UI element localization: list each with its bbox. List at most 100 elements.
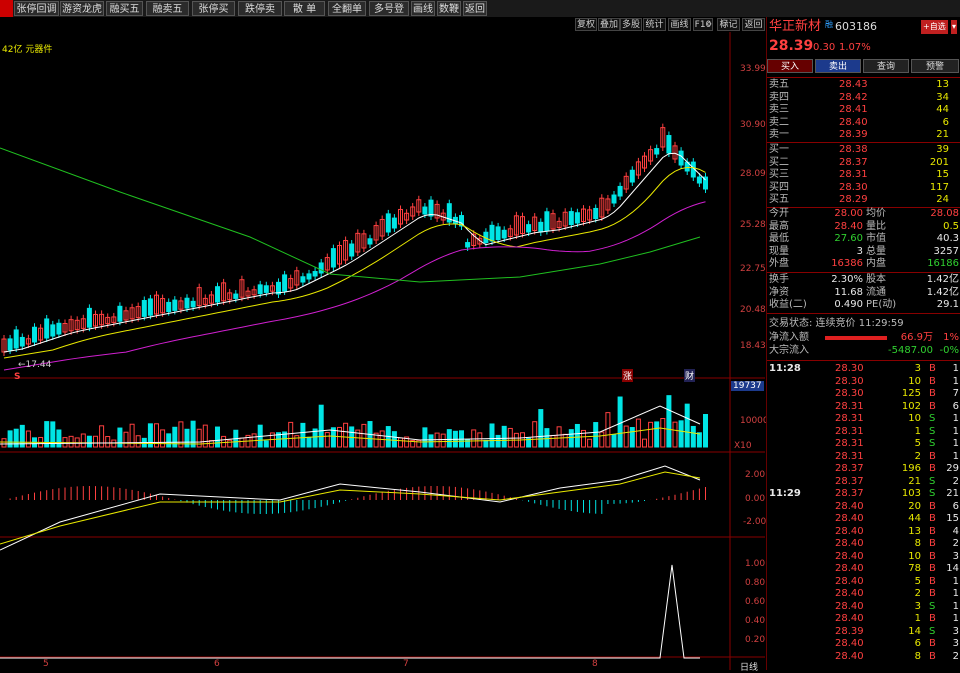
chart-tool-button[interactable]: 复权 — [575, 18, 597, 31]
stock-name: 华正新材 — [769, 19, 822, 34]
volume-bar — [593, 422, 599, 448]
chart-tool-button[interactable]: 叠加 — [598, 18, 620, 31]
volume-bar — [135, 435, 141, 448]
tick-dir: B — [929, 450, 936, 462]
stat-value: 28.08 — [930, 208, 959, 219]
tick-price: 28.40 — [835, 575, 864, 587]
price-tick: 18.43 — [740, 341, 766, 351]
settings-icon[interactable]: ⋄ — [706, 19, 712, 30]
indicator-line — [0, 564, 700, 659]
bid-vol: 117 — [929, 181, 949, 193]
volume-bar — [324, 432, 330, 448]
bid-row[interactable]: 买四 28.30 117 — [769, 182, 959, 194]
tick-dir: S — [929, 488, 936, 499]
candle-body — [495, 226, 501, 241]
chart-tool-button[interactable]: 多股 — [620, 18, 642, 31]
ask-row[interactable]: 卖五 28.43 13 — [769, 79, 959, 91]
tick-dir: B — [929, 500, 936, 512]
ask-row[interactable]: 卖一 28.39 21 — [769, 129, 959, 141]
stat-value: 28.00 — [834, 208, 863, 219]
volume-bar — [294, 435, 300, 448]
stat-key: 现量 — [769, 245, 789, 257]
chart-tool-button[interactable]: 画线 — [668, 18, 691, 31]
volume-bar — [80, 433, 86, 448]
toolbar-button[interactable]: 散 单 — [284, 1, 325, 16]
kline-chart[interactable]: 42亿 元器件 33.99 30.90 28.09 25.28 22.75 20… — [0, 32, 769, 673]
date-tick: 5 — [43, 659, 49, 669]
toolbar-button[interactable]: 融买五 — [106, 1, 143, 16]
tick-row: 28.31 2 B 1 — [769, 451, 959, 463]
volume-bar — [422, 427, 428, 448]
tick-count: 1 — [952, 600, 959, 612]
volume-bar — [93, 435, 98, 448]
toolbar-button[interactable]: 画线 — [411, 1, 435, 16]
bid-row[interactable]: 买三 28.31 15 — [769, 169, 959, 181]
toolbar-button[interactable]: 全翻单 — [328, 1, 366, 16]
buy-button[interactable]: 买入 — [767, 59, 813, 73]
candle-body — [318, 262, 324, 274]
ask-vol: 13 — [936, 79, 949, 90]
volume-bar — [574, 423, 580, 448]
candle-body — [574, 212, 580, 224]
tick-dir: B — [929, 525, 936, 537]
ask-row[interactable]: 卖三 28.41 44 — [769, 104, 959, 116]
ask-row[interactable]: 卖二 28.40 6 — [769, 117, 959, 129]
volume-bar — [538, 409, 544, 448]
tick-vol: 13 — [908, 525, 921, 537]
candle-body — [44, 318, 50, 339]
candle-body — [147, 298, 153, 316]
chevron-down-icon[interactable]: ▾ — [951, 20, 958, 34]
volume-bar — [440, 433, 446, 448]
candle-body — [300, 276, 306, 283]
tick-row: 28.31 5 S 1 — [769, 438, 959, 450]
candle-body — [391, 217, 397, 229]
stat-key: 量比 — [866, 220, 886, 232]
tick-price: 28.39 — [835, 625, 864, 637]
net-inflow-value: 66.9万 — [900, 332, 933, 343]
toolbar-button[interactable]: 多号登录 — [369, 1, 409, 30]
sell-button[interactable]: 卖出 — [815, 59, 861, 73]
macd-dea-line — [0, 471, 701, 545]
stat-key: 股本 — [866, 274, 886, 285]
candle-body — [166, 301, 172, 313]
kline-svg[interactable] — [0, 32, 765, 670]
tick-count: 3 — [952, 625, 959, 637]
toolbar-button[interactable]: 数鞭 — [437, 1, 461, 16]
period-label[interactable]: 日线 — [740, 660, 758, 673]
candle-body — [611, 194, 617, 204]
tick-count: 2 — [952, 475, 959, 487]
chart-tool-button[interactable]: 统计 — [643, 18, 666, 31]
volume-bar — [648, 421, 654, 448]
stat-key: 总量 — [866, 245, 886, 257]
tick-vol: 78 — [908, 563, 921, 574]
tick-dir: S — [929, 438, 936, 449]
ask-price: 28.42 — [839, 91, 868, 103]
volume-bar — [623, 425, 629, 448]
watchlist-button[interactable]: +自选 — [921, 20, 948, 34]
toolbar-button[interactable]: 张停回调 — [14, 1, 59, 16]
candle-body — [349, 243, 355, 257]
toolbar-button[interactable]: 跌停卖 — [238, 1, 282, 16]
bid-row[interactable]: 买二 28.37 201 — [769, 157, 959, 169]
bid-row[interactable]: 买五 28.29 24 — [769, 194, 959, 206]
stock-code: 603186 — [835, 20, 877, 33]
candle-body — [50, 324, 56, 337]
close-icon[interactable]: ⊙ — [720, 18, 728, 29]
candle-body — [117, 305, 123, 322]
query-button[interactable]: 查询 — [863, 59, 909, 73]
candle-body — [538, 221, 544, 233]
candle-body — [184, 297, 190, 309]
chart-tool-button[interactable]: 返回 — [742, 18, 765, 31]
toolbar-button[interactable]: 返回 — [463, 1, 487, 16]
alert-button[interactable]: 预警 — [911, 59, 959, 73]
stat-row: 今开 28.00 均价 28.08 — [769, 208, 959, 220]
ask-row[interactable]: 卖四 28.42 34 — [769, 92, 959, 104]
toolbar-button[interactable]: 融卖五 — [146, 1, 189, 16]
tick-vol: 44 — [908, 513, 921, 524]
candle-body — [56, 322, 62, 335]
toolbar-button[interactable]: 游资龙虎 — [60, 1, 104, 16]
volume-bar — [678, 420, 684, 448]
bid-row[interactable]: 买一 28.38 39 — [769, 144, 959, 156]
toolbar-button[interactable]: 张停买 — [192, 1, 235, 16]
ask-vol: 6 — [942, 116, 949, 128]
